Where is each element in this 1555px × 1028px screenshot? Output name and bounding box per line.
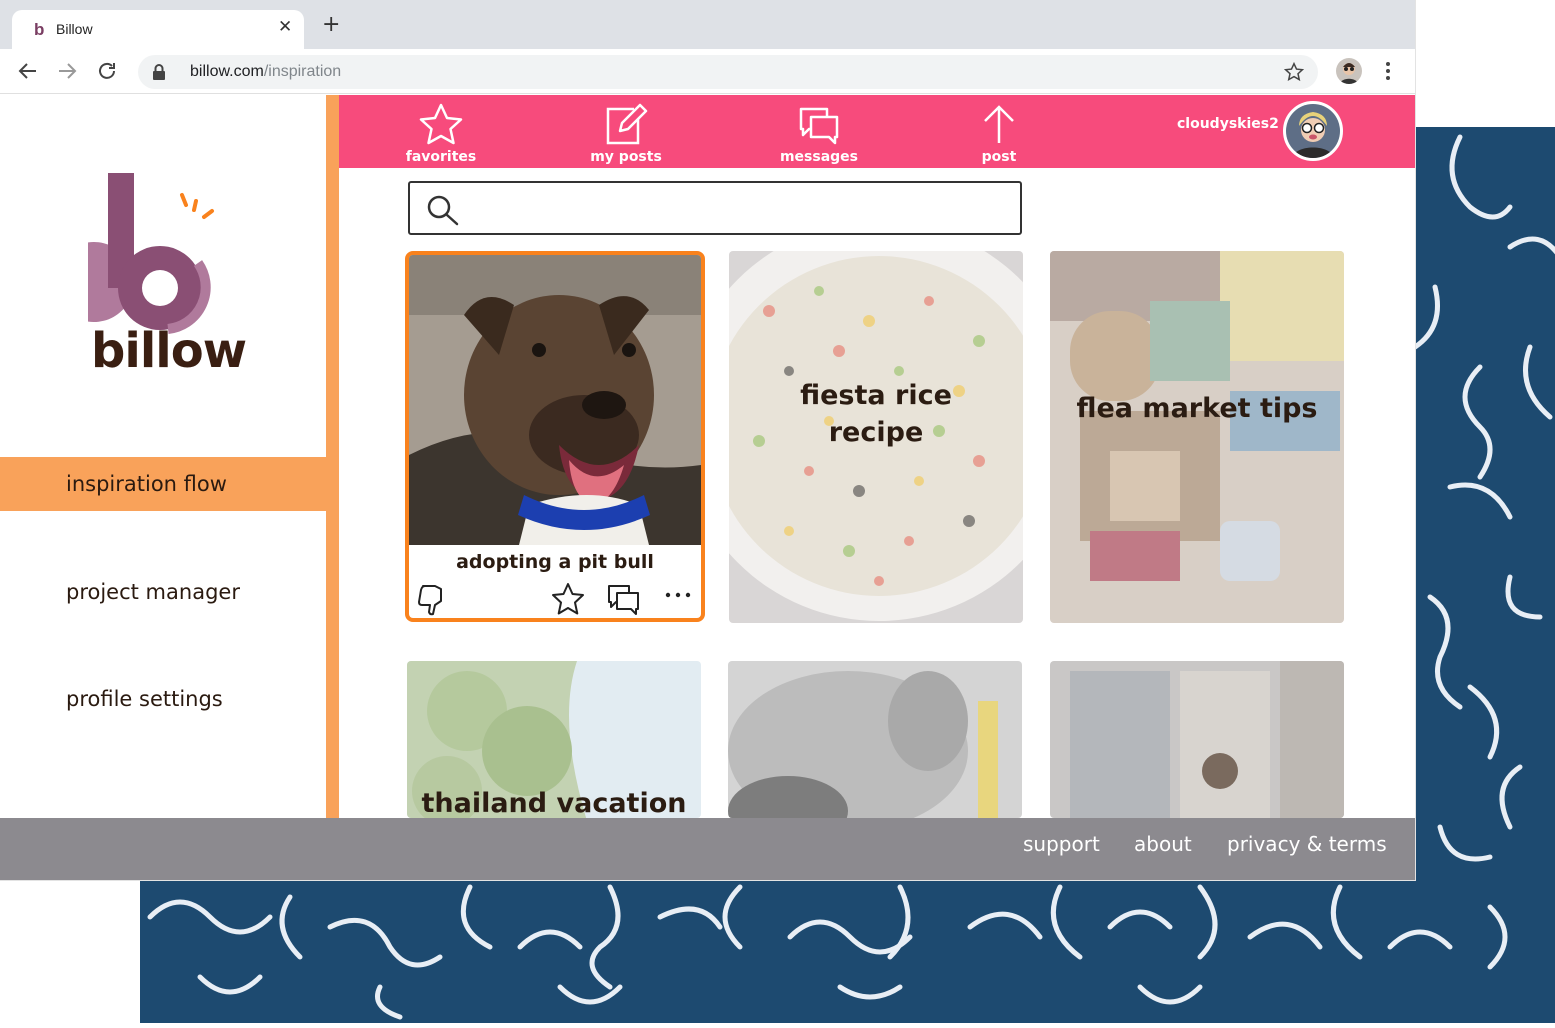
search-input[interactable] bbox=[472, 191, 1002, 225]
star-icon[interactable] bbox=[551, 582, 585, 616]
nav-messages[interactable]: messages bbox=[779, 103, 859, 165]
app-container: billow inspiration flow project manager … bbox=[0, 95, 1415, 818]
browser-tab[interactable]: b Billow ✕ bbox=[12, 10, 304, 49]
browser-profile-avatar[interactable] bbox=[1336, 58, 1362, 84]
post-card[interactable]: adopting a pit bull bbox=[405, 251, 705, 622]
user-avatar[interactable] bbox=[1283, 101, 1343, 161]
chat-icon[interactable] bbox=[607, 582, 641, 616]
brand-wordmark: billow bbox=[91, 323, 247, 379]
nav-my-posts[interactable]: my posts bbox=[587, 103, 665, 165]
nav-favorites[interactable]: favorites bbox=[405, 103, 477, 165]
search-bar[interactable] bbox=[408, 181, 1022, 235]
post-card[interactable] bbox=[1050, 661, 1344, 818]
sidebar: billow inspiration flow project manager … bbox=[0, 95, 326, 818]
post-card[interactable] bbox=[728, 661, 1022, 818]
browser-menu-icon[interactable] bbox=[1378, 58, 1398, 84]
tools-photo bbox=[728, 661, 1022, 818]
url-path: /inspiration bbox=[263, 63, 342, 80]
flea-market-photo bbox=[1050, 251, 1344, 623]
star-icon bbox=[419, 103, 463, 145]
back-arrow-icon[interactable] bbox=[16, 59, 40, 83]
footer-link-privacy-terms[interactable]: privacy & terms bbox=[1227, 832, 1387, 856]
post-card[interactable]: thailand vacation bbox=[407, 661, 701, 818]
nav-post[interactable]: post bbox=[975, 103, 1023, 165]
card-title: fiesta rice recipe bbox=[800, 380, 952, 448]
sidebar-divider bbox=[326, 95, 339, 818]
footer: support about privacy & terms bbox=[0, 818, 1415, 880]
post-card[interactable]: flea market tips bbox=[1050, 251, 1344, 623]
close-tab-icon[interactable]: ✕ bbox=[278, 17, 292, 37]
address-bar[interactable]: billow.com/inspiration bbox=[138, 55, 1318, 89]
dog-photo bbox=[409, 255, 701, 545]
url-text: billow.com/inspiration bbox=[190, 63, 341, 81]
browser-window: b Billow ✕ + billow.com/inspiration bill… bbox=[0, 0, 1415, 880]
card-title: adopting a pit bull bbox=[456, 551, 654, 573]
nav-messages-label: messages bbox=[779, 149, 859, 165]
card-title: thailand vacation bbox=[421, 788, 687, 818]
bookmark-star-icon[interactable] bbox=[1284, 62, 1304, 82]
card-title: flea market tips bbox=[1076, 393, 1318, 424]
url-host: billow.com bbox=[190, 63, 264, 80]
thumbs-down-icon[interactable] bbox=[417, 582, 447, 616]
edit-icon bbox=[606, 103, 648, 145]
username: cloudyskies2 bbox=[1177, 116, 1279, 132]
arrow-up-icon bbox=[984, 105, 1014, 143]
new-tab-icon[interactable]: + bbox=[322, 14, 340, 36]
top-navigation: favorites my posts messages post cloudys… bbox=[339, 95, 1415, 168]
nav-post-label: post bbox=[981, 149, 1017, 165]
more-icon[interactable] bbox=[663, 589, 693, 601]
lock-icon bbox=[153, 64, 165, 80]
browser-toolbar: billow.com/inspiration bbox=[0, 49, 1415, 94]
post-card[interactable]: fiesta rice recipe bbox=[729, 251, 1023, 623]
tab-strip: b Billow ✕ + bbox=[0, 0, 1415, 49]
sidebar-item-project-manager[interactable]: project manager bbox=[0, 565, 326, 619]
nav-favorites-label: favorites bbox=[405, 149, 477, 165]
sidebar-item-inspiration-flow[interactable]: inspiration flow bbox=[0, 457, 326, 511]
nav-my-posts-label: my posts bbox=[590, 149, 662, 165]
search-icon bbox=[427, 195, 459, 226]
tab-title: Billow bbox=[56, 21, 93, 37]
sidebar-item-profile-settings[interactable]: profile settings bbox=[0, 672, 326, 726]
favicon-icon: b bbox=[34, 20, 45, 39]
storefront-photo bbox=[1050, 661, 1344, 818]
footer-link-about[interactable]: about bbox=[1134, 832, 1192, 856]
chat-icon bbox=[799, 107, 839, 145]
reload-icon[interactable] bbox=[95, 59, 119, 83]
forward-arrow-icon[interactable] bbox=[55, 59, 79, 83]
footer-link-support[interactable]: support bbox=[1023, 832, 1100, 856]
